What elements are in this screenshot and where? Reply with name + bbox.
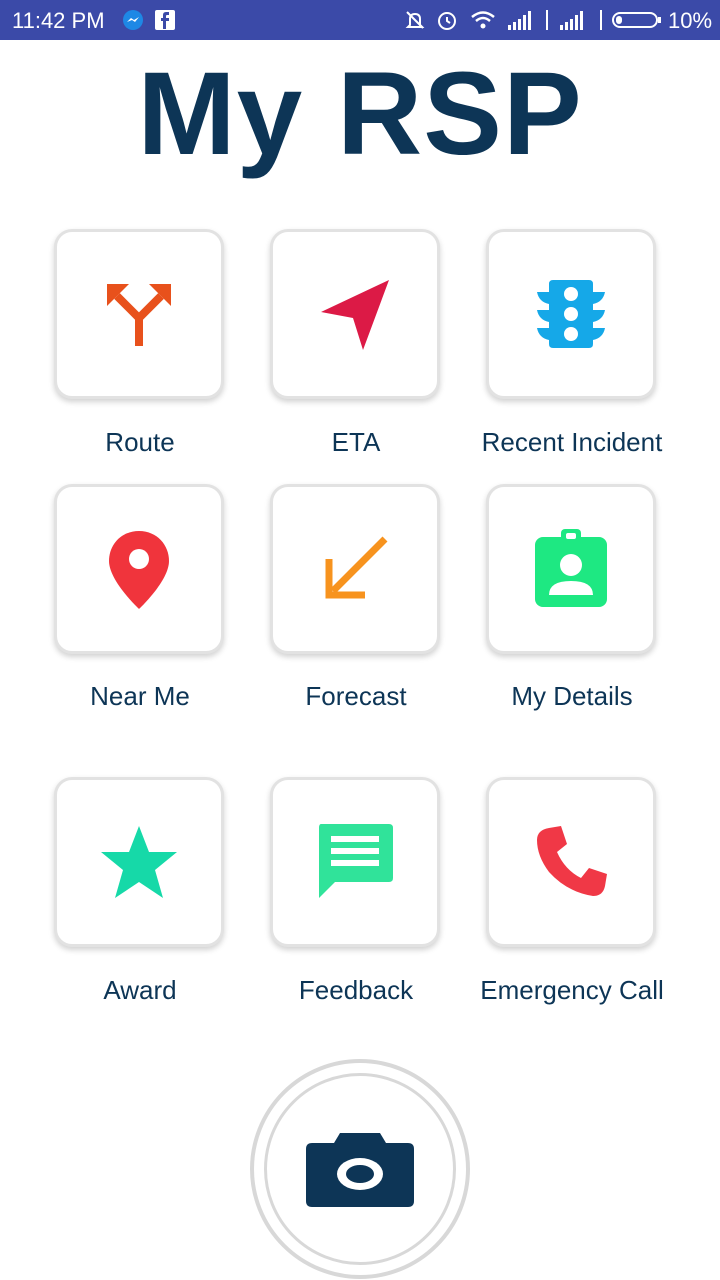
near-me-tile[interactable] [54, 484, 224, 654]
phone-icon [537, 826, 607, 896]
arrow-down-left-icon [325, 536, 388, 599]
near-me-label: Near Me [90, 681, 190, 711]
status-bar: 11:42 PM 10% [0, 0, 720, 40]
wifi-icon [471, 11, 495, 29]
mute-icon [405, 11, 425, 29]
my-details-tile[interactable] [486, 484, 656, 654]
route-label: Route [105, 427, 175, 457]
camera-icon [306, 1133, 414, 1207]
forecast-label: Forecast [305, 681, 407, 711]
award-tile[interactable] [54, 777, 224, 947]
page-title: My RSP [137, 48, 583, 180]
chat-icon [319, 824, 393, 898]
navigation-arrow-icon [321, 280, 389, 350]
forecast-tile[interactable] [270, 484, 440, 654]
signal-icon [560, 11, 583, 30]
emergency-call-tile[interactable] [486, 777, 656, 947]
battery-icon [612, 12, 661, 28]
my-details-label: My Details [511, 681, 633, 711]
traffic-light-icon [537, 280, 605, 348]
eta-tile[interactable] [270, 229, 440, 399]
battery-percent: 10% [668, 8, 713, 33]
star-icon [101, 826, 177, 898]
messenger-icon [123, 10, 143, 30]
feedback-tile[interactable] [270, 777, 440, 947]
map-pin-icon [109, 531, 169, 609]
route-tile[interactable] [54, 229, 224, 399]
recent-incident-label: Recent Incident [481, 427, 663, 457]
route-split-icon [107, 284, 171, 346]
feedback-label: Feedback [298, 975, 414, 1005]
camera-button[interactable] [250, 1059, 470, 1279]
eta-label: ETA [331, 427, 381, 457]
id-badge-icon [535, 529, 607, 607]
status-time: 11:42 PM [12, 8, 105, 33]
facebook-icon [155, 10, 175, 30]
award-label: Award [103, 975, 177, 1005]
signal-icon [508, 11, 531, 30]
emergency-call-label: Emergency Call [480, 975, 664, 1005]
alarm-icon [438, 12, 456, 30]
recent-incident-tile[interactable] [486, 229, 656, 399]
